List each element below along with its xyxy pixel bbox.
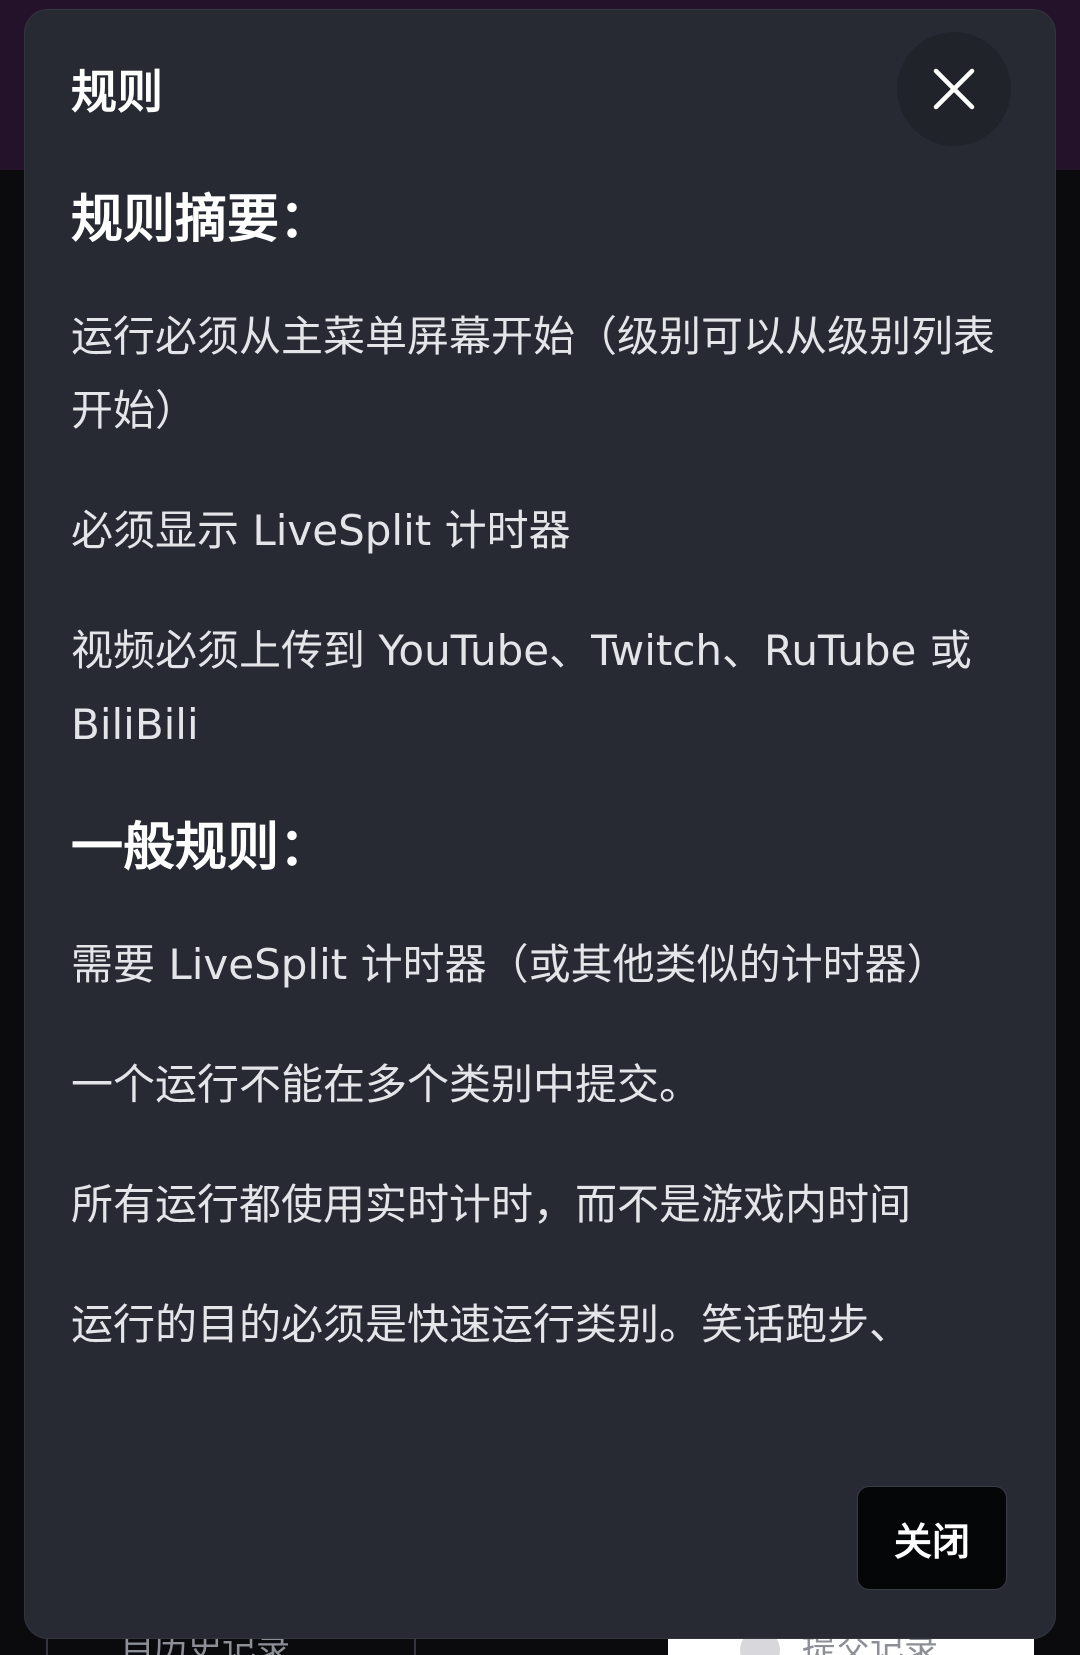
general-heading: 一般规则： (71, 818, 332, 878)
page: 自历史记录 提交记录 规则 规则摘要： 运行必须从主菜单屏幕开始（级别可以从级别… (0, 0, 1080, 1655)
close-icon (933, 68, 975, 110)
general-rule: 需要 LiveSplit 计时器（或其他类似的计时器） (71, 940, 949, 989)
footer-close-button[interactable]: 关闭 (857, 1486, 1007, 1590)
rules-content[interactable]: 规则摘要： 运行必须从主菜单屏幕开始（级别可以从级别列表开始） 必须显示 Liv… (71, 180, 1031, 1440)
general-rule: 所有运行都使用实时计时，而不是游戏内时间 (71, 1180, 912, 1229)
close-button[interactable] (897, 32, 1011, 146)
general-rule: 运行的目的必须是快速运行类别。笑话跑步、 (71, 1300, 912, 1349)
summary-rule: 运行必须从主菜单屏幕开始（级别可以从级别列表开始） (71, 312, 996, 435)
summary-rule: 必须显示 LiveSplit 计时器 (71, 506, 571, 555)
modal-title: 规则 (71, 65, 163, 119)
summary-rule: 视频必须上传到 YouTube、Twitch、RuTube 或 BiliBili (71, 626, 972, 749)
summary-heading: 规则摘要： (71, 190, 332, 250)
general-rule: 一个运行不能在多个类别中提交。 (71, 1060, 702, 1109)
rules-modal: 规则 规则摘要： 运行必须从主菜单屏幕开始（级别可以从级别列表开始） 必须显示 … (24, 9, 1056, 1639)
